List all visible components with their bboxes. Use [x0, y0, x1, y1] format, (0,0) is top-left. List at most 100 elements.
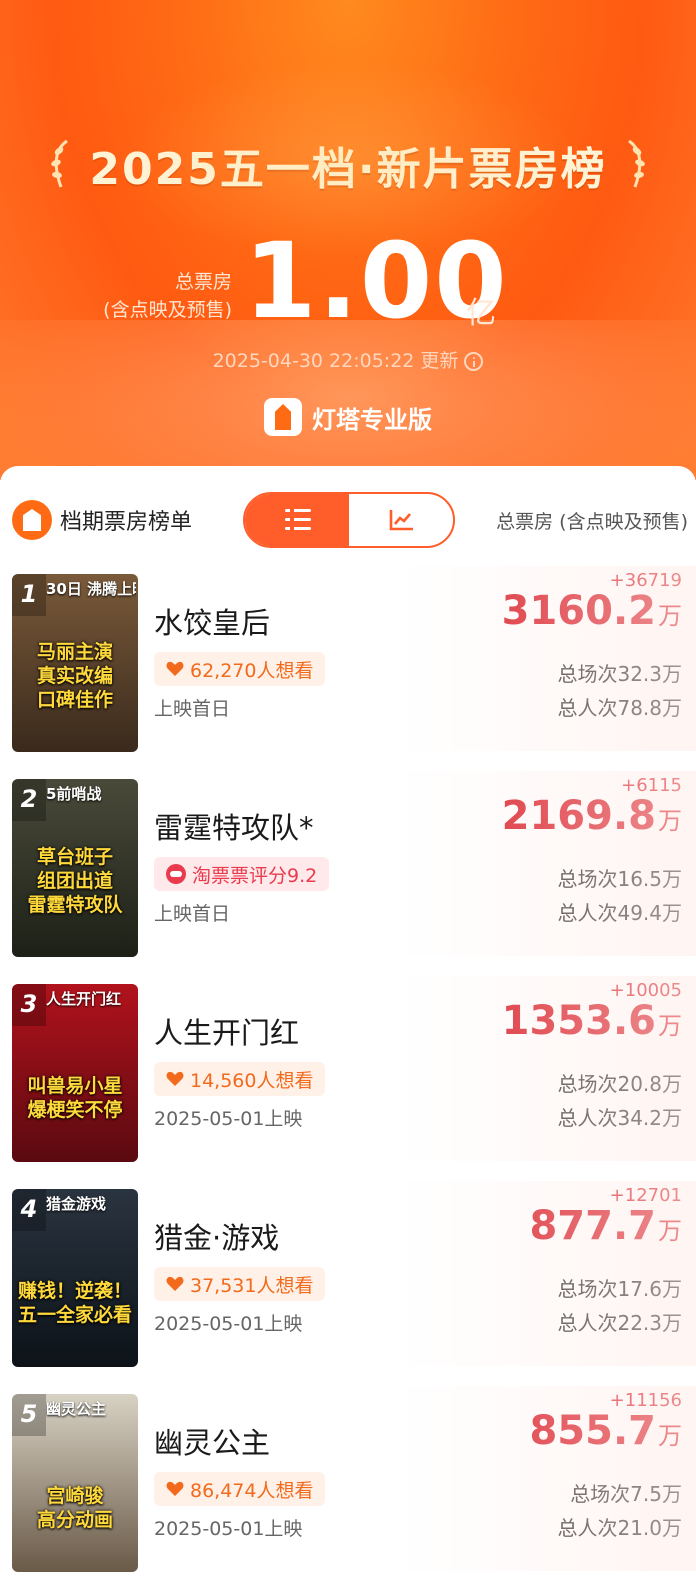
movie-title[interactable]: 人生开门红 — [154, 1010, 299, 1052]
poster-text-line: 马丽主演 — [36, 641, 113, 663]
release-info: 2025-05-01上映 — [154, 1108, 303, 1130]
movie-poster[interactable]: 2 5前哨战 草台班子 组团出道 雷霆特攻队 — [12, 779, 138, 957]
movie-row[interactable]: 130日 沸腾上映马丽主演真实改编口碑佳作水饺皇后62,270人想看上映首日+3… — [0, 566, 696, 771]
total-sessions: 总场次7.5万 — [570, 1482, 682, 1506]
box-office-value: 877.7万 — [529, 1203, 682, 1249]
badge-text: 淘票票评分9.2 — [192, 864, 318, 887]
box-office-number: 2169.8 — [501, 793, 656, 839]
page-title: 2025五一档·新片票房榜 — [89, 144, 607, 195]
poster-text-line: 五一全家必看 — [17, 1304, 132, 1326]
chart-view-button[interactable] — [349, 494, 453, 546]
movie-poster[interactable]: 3 人生开门红叫兽易小星 爆梗笑不停 — [12, 984, 138, 1162]
movie-title[interactable]: 猎金·游戏 — [154, 1215, 279, 1257]
rank-badge: 5 — [12, 1394, 46, 1436]
poster-tagline: 30日 沸腾上映 — [46, 580, 136, 598]
rank-badge: 1 — [12, 574, 46, 616]
badge-text: 37,531人想看 — [190, 1274, 314, 1297]
want-to-see-badge: 37,531人想看 — [154, 1267, 326, 1301]
box-office-number: 1353.6 — [501, 998, 656, 1044]
total-sessions: 总场次32.3万 — [557, 662, 682, 686]
box-office-value: 1353.6万 — [502, 998, 682, 1044]
laurel-right-icon — [627, 139, 645, 188]
rank-badge: 3 — [12, 984, 46, 1026]
rank-badge: 4 — [12, 1189, 46, 1231]
laurel-left-icon — [51, 139, 69, 188]
total-sessions: 总场次17.6万 — [557, 1277, 682, 1301]
update-time-text: 2025-04-30 22:05:22 更新 — [212, 350, 459, 372]
movie-poster[interactable]: 5 幽灵公主 宫崎骏 高分动画 — [12, 1394, 138, 1572]
poster-text-line: 高分动画 — [36, 1509, 113, 1531]
want-to-see-badge: 62,270人想看 — [154, 652, 326, 686]
box-office-number: 877.7 — [529, 1203, 656, 1249]
list-view-button[interactable] — [245, 494, 349, 546]
poster-text-line: 雷霆特攻队 — [27, 894, 123, 916]
poster-text-line: 口碑佳作 — [36, 689, 113, 711]
update-time: 2025-04-30 22:05:22 更新 — [0, 346, 696, 373]
total-label-line2: (含点映及预售) — [103, 299, 232, 321]
box-office-number: 3160.2 — [501, 588, 656, 634]
heart-icon — [166, 661, 184, 676]
poster-text-line: 爆梗笑不停 — [27, 1099, 123, 1121]
ranking-list-icon — [12, 500, 52, 540]
hero-header: 2025五一档·新片票房榜 总票房 (含点映及预售) 1.00 亿 2025-0… — [0, 0, 696, 480]
poster-text-line: 草台班子 — [36, 846, 113, 868]
poster-tagline: 猎金游戏 — [46, 1195, 107, 1213]
total-label: 总票房 (含点映及预售) — [92, 268, 232, 324]
poster-text-line: 叫兽易小星 — [27, 1075, 123, 1097]
total-viewers: 总人次78.8万 — [557, 696, 682, 720]
heart-icon — [166, 1071, 184, 1086]
title-row: 2025五一档·新片票房榜 — [0, 130, 696, 200]
rating-badge: 淘票票评分9.2 — [154, 857, 330, 891]
heart-icon — [166, 1276, 184, 1291]
want-to-see-badge: 14,560人想看 — [154, 1062, 326, 1096]
total-box-office: 总票房 (含点映及预售) 1.00 亿 — [0, 220, 696, 342]
poster-tagline: 人生开门红 — [46, 990, 122, 1008]
movie-row[interactable]: 5 幽灵公主 宫崎骏 高分动画 幽灵公主 86,474人想看 2025-05-01上映 +11… — [0, 1386, 696, 1591]
total-viewers: 总人次49.4万 — [557, 901, 682, 925]
box-office-unit: 万 — [658, 1422, 682, 1450]
total-sessions: 总场次16.5万 — [557, 867, 682, 891]
ranking-title: 档期票房榜单 — [60, 510, 193, 535]
sort-label[interactable]: 总票房 (含点映及预售) — [496, 507, 688, 534]
total-viewers: 总人次21.0万 — [557, 1516, 682, 1540]
movie-row[interactable]: 2 5前哨战 草台班子 组团出道 雷霆特攻队 雷霆特攻队* 淘票票评分9.2 上映首日 +611… — [0, 771, 696, 976]
release-info: 上映首日 — [154, 698, 231, 720]
poster-text-line: 组团出道 — [36, 870, 113, 892]
movie-poster[interactable]: 4 猎金游戏赚钱！逆袭！ 五一全家必看 — [12, 1189, 138, 1367]
poster-text-line: 赚钱！逆袭！ — [17, 1280, 132, 1302]
total-sessions: 总场次20.8万 — [557, 1072, 682, 1096]
ranking-panel: 档期票房榜单 总票房 (含点映及预售) 130日 沸腾上映马丽主演真实改编口碑佳… — [0, 466, 696, 1575]
release-info: 2025-05-01上映 — [154, 1518, 303, 1540]
poster-tagline: 5前哨战 — [46, 785, 102, 803]
box-office-unit: 万 — [658, 807, 682, 835]
badge-text: 86,474人想看 — [190, 1479, 314, 1502]
lighthouse-icon — [264, 398, 302, 436]
badge-text: 62,270人想看 — [190, 659, 314, 682]
poster-text-line: 宫崎骏 — [46, 1485, 104, 1507]
view-toggle — [243, 492, 455, 548]
poster-slogan: 宫崎骏 高分动画 — [12, 1484, 138, 1532]
total-viewers: 总人次22.3万 — [557, 1311, 682, 1335]
badge-text: 14,560人想看 — [190, 1069, 314, 1092]
box-office-unit: 万 — [658, 1217, 682, 1245]
movie-poster[interactable]: 130日 沸腾上映马丽主演真实改编口碑佳作 — [12, 574, 138, 752]
brand: 灯塔专业版 — [0, 398, 696, 436]
movie-row[interactable]: 3 人生开门红 叫兽易小星 爆梗笑不停 人生开门红 14,560人想看 2025-05-01… — [0, 976, 696, 1181]
want-to-see-badge: 86,474人想看 — [154, 1472, 326, 1506]
movie-row[interactable]: 4 猎金游戏 赚钱！逆袭！ 五一全家必看 猎金·游戏 37,531人想看 2025-05-0… — [0, 1181, 696, 1386]
info-icon[interactable] — [464, 352, 484, 371]
poster-slogan: 草台班子 组团出道 雷霆特攻队 — [12, 845, 138, 917]
poster-slogan: 叫兽易小星 爆梗笑不停 — [12, 1074, 138, 1122]
movie-title[interactable]: 幽灵公主 — [154, 1420, 270, 1462]
taopiao-icon — [166, 864, 186, 884]
release-info: 2025-05-01上映 — [154, 1313, 303, 1335]
box-office-value: 855.7万 — [529, 1408, 682, 1454]
poster-slogan: 马丽主演 真实改编 口碑佳作 — [12, 640, 138, 712]
total-label-line1: 总票房 — [174, 271, 232, 293]
list-view-icon — [285, 509, 311, 531]
box-office-unit: 万 — [658, 602, 682, 630]
trend-chart-icon — [389, 510, 413, 531]
movie-title[interactable]: 水饺皇后 — [154, 600, 270, 642]
poster-slogan: 赚钱！逆袭！ 五一全家必看 — [12, 1279, 138, 1327]
movie-title[interactable]: 雷霆特攻队* — [154, 805, 314, 847]
